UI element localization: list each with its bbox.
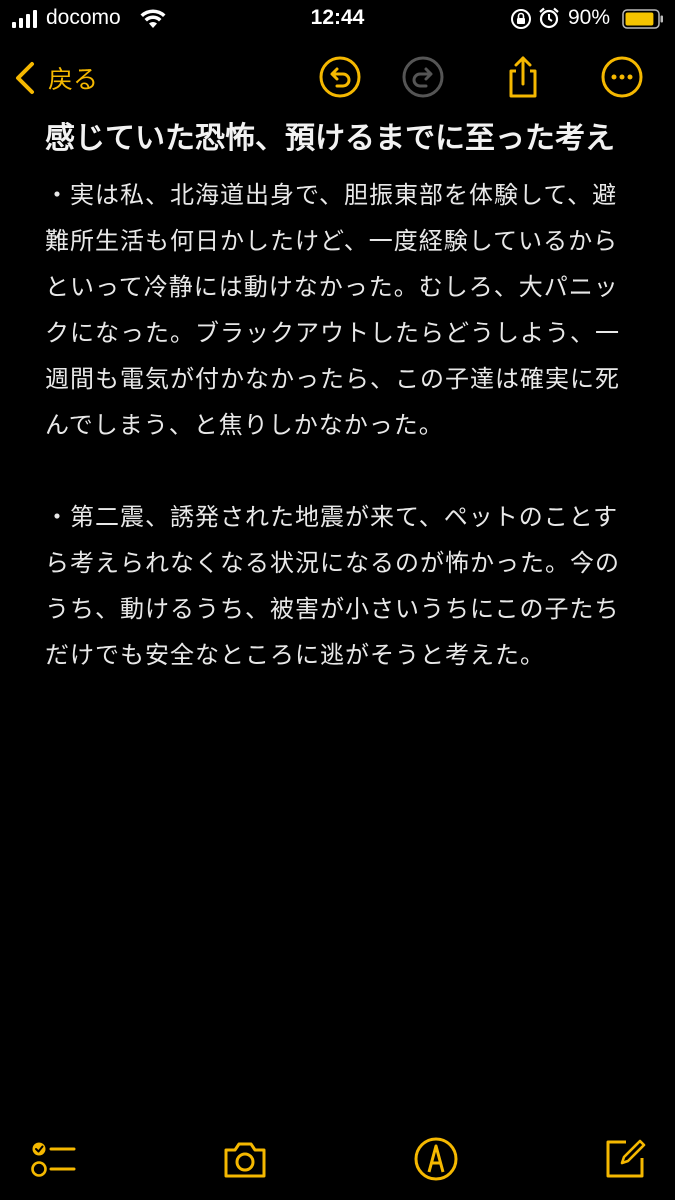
- battery-percent: 90%: [568, 6, 611, 29]
- camera-icon[interactable]: [222, 1136, 268, 1182]
- markup-icon[interactable]: [413, 1136, 459, 1182]
- alarm-icon: [539, 7, 559, 29]
- rotation-lock-icon: [511, 9, 531, 29]
- share-icon[interactable]: [500, 54, 546, 100]
- redo-icon[interactable]: [400, 54, 446, 100]
- back-label: 戻る: [48, 65, 99, 94]
- nav-bar: 戻る: [0, 50, 675, 106]
- undo-icon[interactable]: [317, 54, 363, 100]
- back-button[interactable]: 戻る: [14, 56, 98, 100]
- checklist-icon[interactable]: [30, 1136, 76, 1182]
- note-body[interactable]: 感じていた恐怖、預けるまでに至った考え ・実は私、北海道出身で、胆振東部を体験し…: [45, 114, 635, 724]
- note-paragraph[interactable]: ・実は私、北海道出身で、胆振東部を体験して、避難所生活も何日かしたけど、一度経験…: [45, 172, 635, 448]
- chevron-left-icon: [16, 62, 34, 94]
- note-paragraph[interactable]: ・第二震、誘発された地震が来て、ペットのことすら考えられなくなる状況になるのが怖…: [45, 494, 635, 678]
- bottom-toolbar: [0, 1120, 675, 1200]
- compose-icon[interactable]: [602, 1136, 648, 1182]
- battery-icon: [622, 9, 663, 29]
- note-title[interactable]: 感じていた恐怖、預けるまでに至った考え: [45, 114, 635, 164]
- more-icon[interactable]: [599, 54, 645, 100]
- status-bar: docomo 12:44 90%: [0, 0, 675, 40]
